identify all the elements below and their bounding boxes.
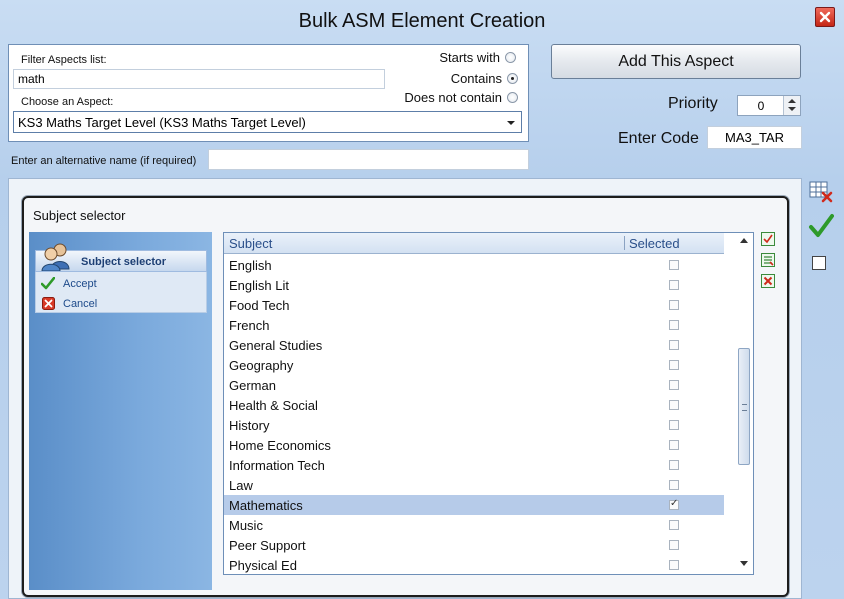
priority-value: 0 (757, 99, 765, 113)
radio-starts-with-label: Starts with (439, 50, 500, 65)
selected-checkbox[interactable] (669, 340, 679, 350)
subject-grid: Subject Selected English English Lit Food … (223, 232, 754, 575)
subject-name: Music (229, 518, 263, 533)
table-row[interactable]: Information Tech (224, 455, 724, 475)
table-row[interactable]: Physical Ed (224, 555, 724, 574)
radio-starts-with[interactable] (505, 52, 516, 63)
add-aspect-button[interactable]: Add This Aspect (551, 44, 801, 79)
alt-name-label: Enter an alternative name (if required) (11, 155, 197, 167)
subject-name: Law (229, 478, 253, 493)
table-row[interactable]: English Lit (224, 275, 724, 295)
scroll-thumb[interactable] (738, 348, 750, 465)
grid-header: Subject Selected (224, 233, 724, 254)
selected-checkbox[interactable] (669, 540, 679, 550)
subject-name: Information Tech (229, 458, 325, 473)
selected-checkbox[interactable] (669, 260, 679, 270)
subject-name: German (229, 378, 276, 393)
table-row[interactable]: English (224, 255, 724, 275)
subject-name: Geography (229, 358, 294, 373)
checkbox-icon[interactable] (812, 256, 826, 270)
dialog-title: Subject selector (33, 208, 126, 223)
subject-name: Home Economics (229, 438, 331, 453)
priority-label: Priority (668, 95, 718, 112)
subject-name: History (229, 418, 270, 433)
check-icon[interactable] (808, 213, 834, 242)
table-row[interactable]: Mathematics (224, 495, 724, 515)
selected-checkbox[interactable] (669, 320, 679, 330)
close-button[interactable] (815, 7, 835, 27)
cancel-x-icon (42, 297, 55, 313)
filter-input[interactable] (13, 69, 385, 89)
table-row[interactable]: French (224, 315, 724, 335)
aspect-label: Choose an Aspect: (21, 96, 114, 108)
selected-checkbox[interactable] (669, 420, 679, 430)
selected-checkbox[interactable] (669, 400, 679, 410)
scroll-down-icon[interactable] (740, 561, 748, 566)
selected-checkbox[interactable] (669, 480, 679, 490)
radio-contains-label: Contains (450, 71, 502, 86)
close-icon (819, 11, 831, 23)
subject-name: Mathematics (229, 498, 303, 513)
select-all-icon[interactable] (761, 232, 775, 249)
grid-scrollbar[interactable] (736, 233, 753, 574)
selected-checkbox[interactable] (669, 460, 679, 470)
alt-name-input[interactable] (208, 149, 529, 170)
accept-link[interactable]: Accept (63, 278, 97, 290)
priority-stepper[interactable]: 0 (737, 95, 801, 116)
subject-name: Physical Ed (229, 558, 297, 573)
clear-selection-icon[interactable] (761, 274, 775, 291)
selected-checkbox[interactable] (669, 360, 679, 370)
radio-does-not-contain[interactable] (507, 92, 518, 103)
subject-name: English Lit (229, 278, 289, 293)
stepper-buttons[interactable] (783, 96, 800, 115)
selected-checkbox[interactable] (669, 560, 679, 570)
subject-name: General Studies (229, 338, 323, 353)
window-title: Bulk ASM Element Creation (298, 10, 546, 32)
table-row[interactable]: Food Tech (224, 295, 724, 315)
selected-checkbox[interactable] (669, 380, 679, 390)
selected-checkbox[interactable] (669, 300, 679, 310)
chevron-down-icon (507, 121, 515, 125)
table-row[interactable]: Law (224, 475, 724, 495)
subject-name: French (229, 318, 270, 333)
code-field[interactable]: MA3_TAR (707, 126, 802, 149)
accept-check-icon (40, 276, 56, 293)
selected-checkbox[interactable] (669, 520, 679, 530)
filter-label: Filter Aspects list: (21, 54, 107, 66)
radio-contains[interactable] (507, 73, 518, 84)
users-icon (40, 241, 72, 274)
stepper-down-icon[interactable] (788, 107, 796, 111)
column-header-selected[interactable]: Selected (629, 236, 680, 251)
column-separator[interactable] (624, 236, 625, 250)
selected-checkbox[interactable] (669, 498, 679, 510)
subject-name: Health & Social (229, 398, 318, 413)
code-label: Enter Code (618, 130, 699, 147)
table-row[interactable]: History (224, 415, 724, 435)
selected-checkbox[interactable] (669, 280, 679, 290)
table-row[interactable]: German (224, 375, 724, 395)
table-row[interactable]: Geography (224, 355, 724, 375)
subject-name: English (229, 258, 272, 273)
selected-checkbox[interactable] (669, 440, 679, 450)
table-row[interactable]: Peer Support (224, 535, 724, 555)
subject-name: Peer Support (229, 538, 306, 553)
aspect-select-value: KS3 Maths Target Level (KS3 Maths Target… (18, 115, 306, 130)
table-row[interactable]: Health & Social (224, 395, 724, 415)
radio-does-not-contain-label: Does not contain (404, 90, 502, 105)
stepper-up-icon[interactable] (788, 99, 796, 103)
scroll-up-icon[interactable] (740, 238, 748, 243)
aspect-select[interactable]: KS3 Maths Target Level (KS3 Maths Target… (13, 111, 522, 133)
grid-delete-icon[interactable] (809, 181, 833, 206)
subject-name: Food Tech (229, 298, 290, 313)
table-row[interactable]: General Studies (224, 335, 724, 355)
table-row[interactable]: Home Economics (224, 435, 724, 455)
invert-selection-icon[interactable] (761, 253, 775, 270)
column-header-subject[interactable]: Subject (229, 236, 272, 251)
table-row[interactable]: Music (224, 515, 724, 535)
cancel-link[interactable]: Cancel (63, 298, 97, 310)
